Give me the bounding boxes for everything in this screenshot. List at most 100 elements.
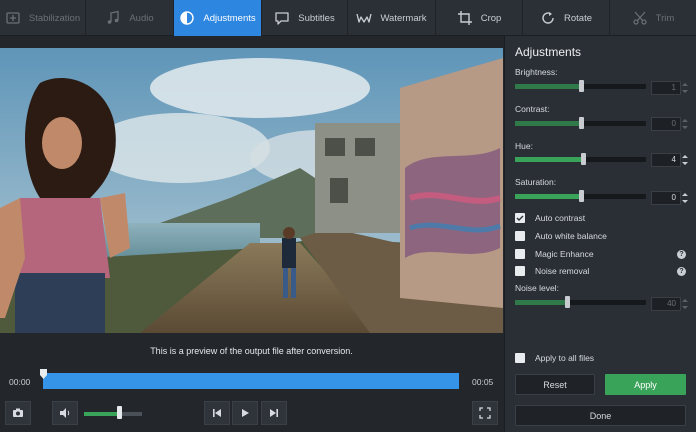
tab-rotate[interactable]: Rotate <box>523 0 610 36</box>
auto-contrast-checkbox[interactable] <box>515 213 525 223</box>
slider-fill <box>515 157 583 162</box>
noise-removal-option[interactable]: Noise removal <box>515 265 589 277</box>
camera-icon <box>13 408 23 417</box>
fullscreen-button[interactable] <box>472 401 498 425</box>
contrast-value[interactable]: 0 <box>651 117 681 131</box>
noise-removal-help-icon[interactable]: ? <box>677 267 686 276</box>
play-button[interactable] <box>232 401 258 425</box>
auto-white-balance-label: Auto white balance <box>535 231 607 241</box>
saturation-value[interactable]: 0 <box>651 191 681 205</box>
apply-to-all-label: Apply to all files <box>535 353 595 363</box>
watermark-icon <box>356 13 373 23</box>
noise-level-label: Noise level: <box>515 283 559 293</box>
auto-contrast-option[interactable]: Auto contrast <box>515 212 585 224</box>
saturation-stepper[interactable] <box>681 191 689 205</box>
slider-fill <box>515 194 581 199</box>
speech-bubble-icon <box>275 12 289 25</box>
tab-watermark[interactable]: Watermark <box>348 0 436 36</box>
toolbar: Stabilization Audio Adjustments Subtitle… <box>0 0 696 36</box>
snapshot-button[interactable] <box>5 401 31 425</box>
auto-white-balance-option[interactable]: Auto white balance <box>515 230 607 242</box>
contrast-slider[interactable] <box>515 117 646 129</box>
saturation-label: Saturation: <box>515 177 557 187</box>
contrast-icon <box>180 11 195 25</box>
magic-enhance-option[interactable]: Magic Enhance <box>515 248 594 260</box>
rotate-icon <box>542 12 554 24</box>
preview-frame-image <box>0 48 503 333</box>
noise-level-slider[interactable] <box>515 296 646 308</box>
contrast-label: Contrast: <box>515 104 550 114</box>
app-window: Stabilization Audio Adjustments Subtitle… <box>0 0 696 432</box>
volume-button[interactable] <box>52 401 78 425</box>
brightness-slider[interactable] <box>515 80 646 92</box>
apply-button[interactable]: Apply <box>605 374 686 395</box>
contrast-stepper[interactable] <box>681 117 689 131</box>
magic-enhance-help-icon[interactable]: ? <box>677 250 686 259</box>
brightness-value[interactable]: 1 <box>651 81 681 95</box>
next-button[interactable] <box>261 401 287 425</box>
skip-back-icon <box>213 409 221 417</box>
stabilization-icon <box>6 12 20 24</box>
volume-slider[interactable] <box>84 412 142 416</box>
auto-white-balance-checkbox[interactable] <box>515 231 525 241</box>
reset-button[interactable]: Reset <box>515 374 595 395</box>
hue-label: Hue: <box>515 141 533 151</box>
hue-stepper[interactable] <box>681 153 689 167</box>
tab-label: Adjustments <box>203 12 256 24</box>
tab-stabilization[interactable]: Stabilization <box>0 0 86 36</box>
hue-value[interactable]: 4 <box>651 153 681 167</box>
slider-knob[interactable] <box>581 153 586 165</box>
fullscreen-icon <box>479 407 491 419</box>
crop-icon <box>457 11 472 25</box>
apply-to-all-option[interactable]: Apply to all files <box>515 352 594 364</box>
speaker-icon <box>60 408 70 418</box>
timeline-playhead[interactable] <box>40 366 47 379</box>
video-preview <box>0 48 503 333</box>
tab-adjustments[interactable]: Adjustments <box>174 0 262 36</box>
tab-audio[interactable]: Audio <box>86 0 174 36</box>
panel-title: Adjustments <box>515 45 582 59</box>
music-note-icon <box>108 10 119 24</box>
tab-label: Subtitles <box>298 12 335 24</box>
noise-removal-checkbox[interactable] <box>515 266 525 276</box>
current-time: 00:00 <box>9 377 31 387</box>
total-time: 00:05 <box>472 377 494 387</box>
previous-button[interactable] <box>204 401 230 425</box>
slider-fill <box>515 300 567 305</box>
tab-label: Crop <box>480 12 502 24</box>
tab-subtitles[interactable]: Subtitles <box>262 0 348 36</box>
tab-trim[interactable]: Trim <box>610 0 696 36</box>
apply-to-all-checkbox[interactable] <box>515 353 525 363</box>
noise-level-value[interactable]: 40 <box>651 297 681 311</box>
auto-contrast-label: Auto contrast <box>535 213 586 223</box>
magic-enhance-label: Magic Enhance <box>535 249 594 259</box>
tab-crop[interactable]: Crop <box>436 0 523 36</box>
skip-forward-icon <box>270 409 278 417</box>
slider-knob[interactable] <box>579 117 584 129</box>
done-button[interactable]: Done <box>515 405 686 426</box>
adjustments-panel: Adjustments Brightness: 1 Contrast: 0 Hu… <box>504 36 696 432</box>
hue-slider[interactable] <box>515 153 646 165</box>
preview-caption: This is a preview of the output file aft… <box>150 346 353 356</box>
scissors-icon <box>633 11 647 25</box>
checkmark-icon <box>516 215 524 221</box>
tab-label: Trim <box>655 12 675 24</box>
magic-enhance-checkbox[interactable] <box>515 249 525 259</box>
slider-knob[interactable] <box>579 190 584 202</box>
noise-removal-label: Noise removal <box>535 266 590 276</box>
saturation-slider[interactable] <box>515 190 646 202</box>
tab-label: Rotate <box>564 12 592 24</box>
brightness-stepper[interactable] <box>681 81 689 95</box>
volume-level <box>84 412 119 416</box>
noise-level-stepper[interactable] <box>681 297 689 311</box>
timeline-bar[interactable] <box>43 373 459 389</box>
tab-label: Watermark <box>380 12 427 24</box>
slider-knob[interactable] <box>579 80 584 92</box>
tab-label: Audio <box>129 12 154 24</box>
slider-fill <box>515 121 581 126</box>
slider-fill <box>515 84 581 89</box>
play-icon <box>242 409 249 417</box>
slider-knob[interactable] <box>565 296 570 308</box>
tab-label: Stabilization <box>28 12 81 24</box>
volume-knob[interactable] <box>117 406 122 419</box>
